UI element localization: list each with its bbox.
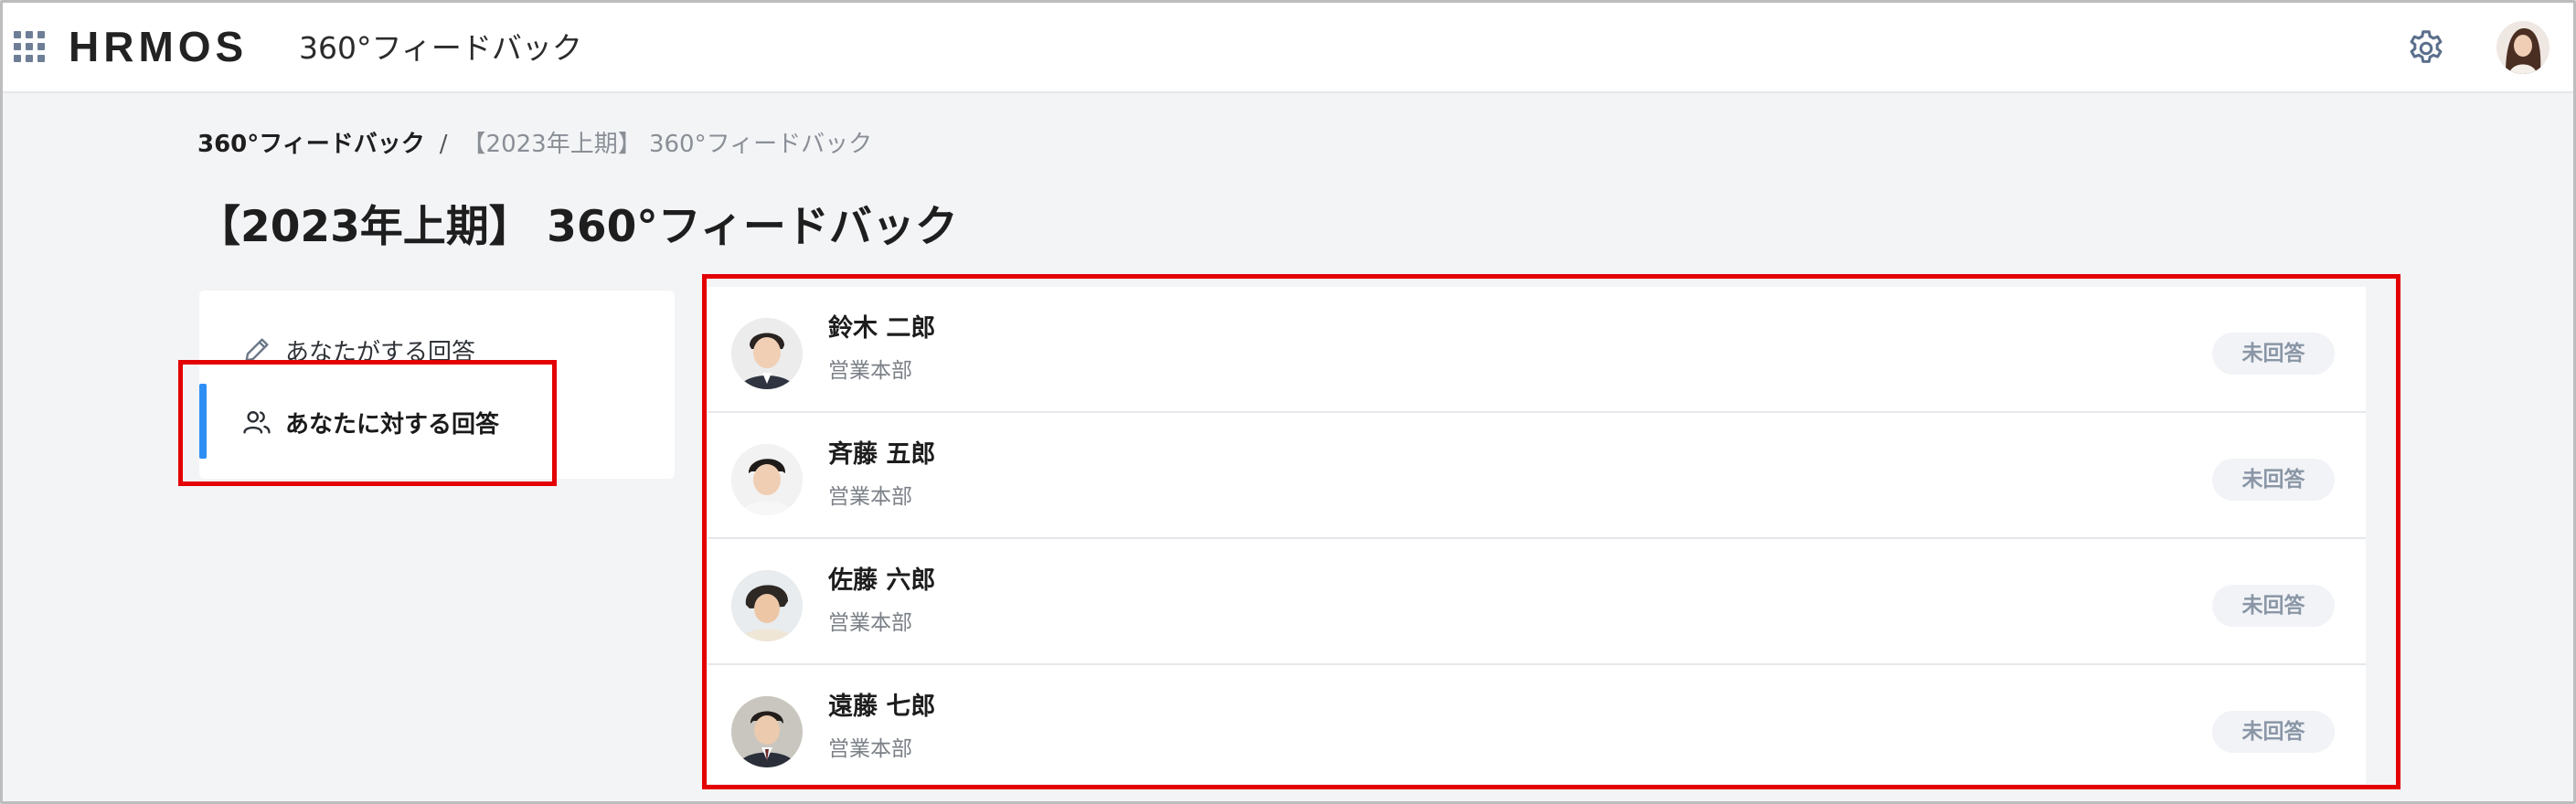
hrmos-logo[interactable]: HRMOS bbox=[69, 17, 248, 76]
gear-icon[interactable] bbox=[2405, 27, 2447, 69]
status-badge: 未回答 bbox=[2212, 333, 2335, 375]
person-name: 鈴木 二郎 bbox=[828, 314, 936, 343]
menu-item-label: あなたがする回答 bbox=[285, 338, 476, 366]
person-name: 佐藤 六郎 bbox=[828, 566, 936, 595]
list-item[interactable]: 斉藤 五郎 営業本部 未回答 bbox=[708, 413, 2366, 539]
avatar bbox=[731, 318, 803, 389]
top-header: HRMOS 360°フィードバック bbox=[3, 3, 2573, 93]
list-item[interactable]: 鈴木 二郎 営業本部 未回答 bbox=[708, 287, 2366, 413]
breadcrumb-current: 【2023年上期】 360°フィードバック bbox=[462, 131, 873, 158]
department: 営業本部 bbox=[828, 611, 912, 635]
apps-grid-icon[interactable] bbox=[12, 29, 47, 64]
avatar bbox=[731, 570, 803, 641]
app-name: 360°フィードバック bbox=[299, 30, 582, 66]
users-icon bbox=[243, 411, 271, 434]
avatar bbox=[731, 444, 803, 515]
person-name: 斉藤 五郎 bbox=[828, 440, 936, 469]
department: 営業本部 bbox=[828, 359, 912, 383]
avatar bbox=[731, 696, 803, 767]
respondent-list: 鈴木 二郎 営業本部 未回答 斉藤 五郎 営業本部 未回答 佐藤 六郎 営業本部… bbox=[708, 287, 2366, 784]
pencil-icon bbox=[245, 338, 269, 362]
page-title: 【2023年上期】 360°フィードバック bbox=[197, 202, 958, 252]
breadcrumb-separator: / bbox=[439, 131, 448, 158]
person-name: 遠藤 七郎 bbox=[828, 693, 936, 721]
breadcrumb-root-link[interactable]: 360°フィードバック bbox=[197, 131, 425, 158]
status-badge: 未回答 bbox=[2212, 459, 2335, 501]
user-avatar[interactable] bbox=[2496, 21, 2549, 74]
status-badge: 未回答 bbox=[2212, 711, 2335, 753]
list-item[interactable]: 佐藤 六郎 営業本部 未回答 bbox=[708, 539, 2366, 665]
menu-item-answers-you-give[interactable]: あなたがする回答 bbox=[199, 313, 675, 386]
list-item[interactable]: 遠藤 七郎 営業本部 未回答 bbox=[708, 665, 2366, 791]
menu-item-label: あなたに対する回答 bbox=[285, 410, 500, 439]
breadcrumb: 360°フィードバック / 【2023年上期】 360°フィードバック bbox=[197, 123, 872, 165]
department: 営業本部 bbox=[828, 737, 912, 761]
status-badge: 未回答 bbox=[2212, 585, 2335, 627]
department: 営業本部 bbox=[828, 485, 912, 509]
menu-item-answers-about-you[interactable]: あなたに対する回答 bbox=[199, 386, 675, 459]
